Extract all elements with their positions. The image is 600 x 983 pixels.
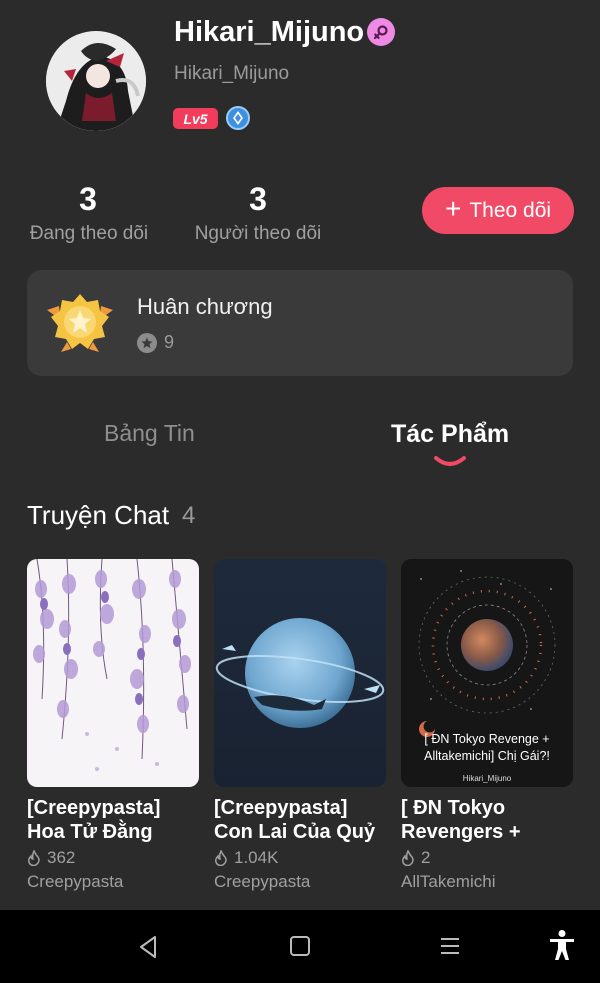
work-title: [Creepypasta] Con Lai Của Quỷ [214, 797, 376, 843]
user-handle: Hikari_Mijuno [174, 63, 290, 84]
work-card[interactable]: [Creepypasta] Hoa Tử Đằng 362 Creepypast… [27, 559, 199, 892]
flame-icon [402, 850, 414, 866]
medals-card[interactable]: Huân chương 9 [27, 270, 573, 376]
followers-label[interactable]: Người theo dõi [183, 223, 333, 245]
tab-works[interactable]: Tác Phẩm [391, 420, 509, 449]
system-nav-bar [0, 910, 600, 983]
work-card[interactable]: [ ĐN Tokyo Revenge + Alltakemichi] Chị G… [401, 559, 573, 892]
flame-icon [215, 850, 227, 866]
work-card[interactable]: [Creepypasta] Con Lai Của Quỷ 1.04K Cree… [214, 559, 386, 892]
accessibility-icon[interactable] [548, 929, 576, 961]
tab-active-indicator [434, 456, 466, 466]
medals-title: Huân chương [137, 294, 273, 319]
work-views: 1.04K [214, 848, 386, 868]
star-icon [137, 333, 157, 353]
follow-button[interactable]: + Theo dõi [422, 187, 574, 234]
medals-count: 9 [164, 332, 175, 352]
following-count[interactable]: 3 [60, 181, 116, 218]
work-views-count: 2 [421, 848, 431, 867]
cover-author: Hikari_Mijuno [462, 774, 512, 783]
work-title: [Creepypasta] Hoa Tử Đằng [27, 797, 161, 843]
followers-count[interactable]: 3 [230, 181, 286, 218]
work-cover-image: [ ĐN Tokyo Revenge + Alltakemichi] Chị G… [401, 559, 573, 787]
level-badge[interactable]: Lv5 [173, 108, 218, 129]
tab-feed[interactable]: Bảng Tin [104, 420, 195, 447]
following-label[interactable]: Đang theo dõi [14, 223, 164, 245]
home-icon[interactable] [289, 934, 311, 958]
work-title: [ ĐN Tokyo Revengers + Allt… [401, 797, 521, 843]
work-views: 2 [401, 848, 573, 868]
back-icon[interactable] [136, 934, 160, 960]
flame-icon [28, 850, 40, 866]
avatar[interactable] [46, 31, 146, 131]
medal-icon [45, 292, 115, 354]
plus-icon: + [444, 193, 462, 224]
cover-caption: [ ĐN Tokyo Revenge + Alltakemichi] Chị G… [424, 732, 550, 763]
verified-badge-icon[interactable] [226, 106, 250, 130]
work-tag[interactable]: AllTakemichi [401, 872, 573, 892]
work-cover-image [27, 559, 199, 787]
work-views-count: 362 [47, 848, 76, 867]
work-tag[interactable]: Creepypasta [214, 872, 386, 892]
female-symbol-icon [367, 18, 395, 46]
work-views: 362 [27, 848, 199, 868]
work-views-count: 1.04K [234, 848, 279, 867]
section-title: Truyện Chat [27, 500, 170, 530]
username: Hikari_Mijuno [174, 16, 365, 48]
follow-button-label: Theo dõi [469, 198, 552, 222]
section-count: 4 [182, 502, 196, 529]
work-tag[interactable]: Creepypasta [27, 872, 199, 892]
work-cover-image [214, 559, 386, 787]
menu-icon[interactable] [439, 934, 461, 958]
